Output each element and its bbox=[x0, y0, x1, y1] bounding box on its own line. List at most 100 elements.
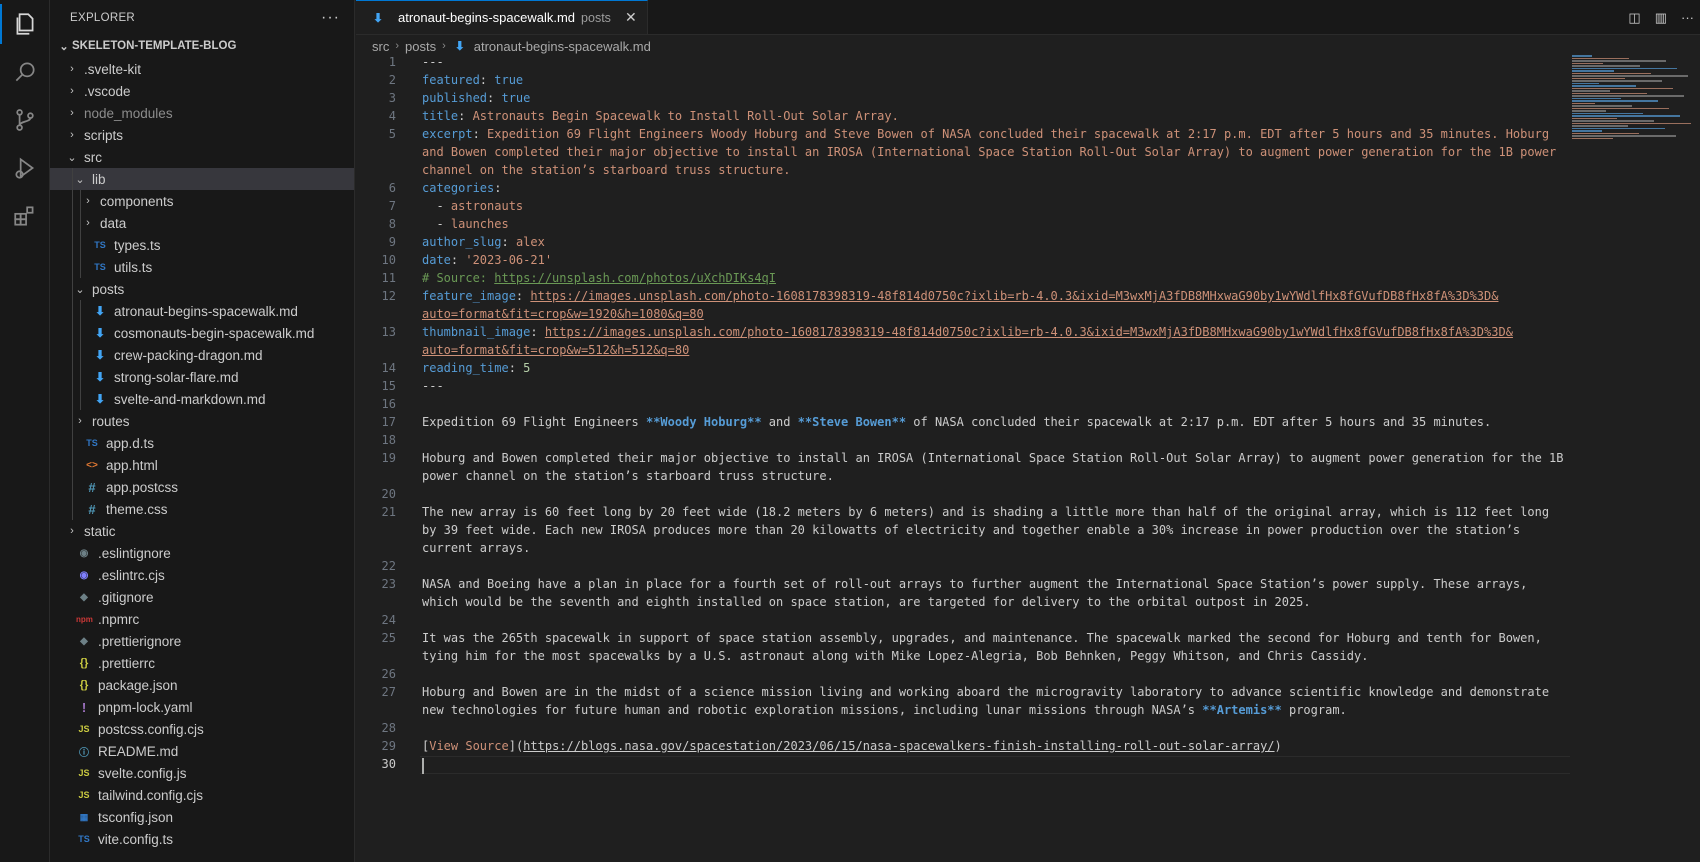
minimap-line bbox=[1572, 107, 1669, 109]
more-actions-icon[interactable]: ··· bbox=[321, 9, 340, 27]
explorer-sidebar: EXPLORER ··· ⌄ SKELETON-TEMPLATE-BLOG ›.… bbox=[50, 0, 355, 862]
tree-item[interactable]: TS types.ts bbox=[50, 234, 354, 256]
split-editor-icon[interactable]: ▥ bbox=[1655, 10, 1667, 26]
code-line: auto=format&fit=crop&w=512&h=512&q=80 bbox=[422, 343, 689, 357]
code-line: [View Source](https://blogs.nasa.gov/spa… bbox=[422, 739, 1282, 753]
close-icon[interactable]: ✕ bbox=[625, 9, 637, 26]
minimap-line bbox=[1572, 60, 1666, 62]
markdown-icon: ⬇ bbox=[94, 370, 106, 384]
tree-item[interactable]: ⬇ cosmonauts-begin-spacewalk.md bbox=[50, 322, 354, 344]
source-control-icon[interactable] bbox=[0, 96, 50, 144]
more-actions-icon[interactable]: ··· bbox=[1681, 10, 1694, 25]
code-line: which would be the seventh and eighth in… bbox=[422, 595, 1311, 609]
markdown-icon: ⬇ bbox=[94, 392, 106, 406]
tree-item[interactable]: ⌄ posts bbox=[50, 278, 354, 300]
minimap-line bbox=[1572, 85, 1636, 87]
code-token: : bbox=[501, 235, 516, 249]
code-token: : bbox=[458, 109, 473, 123]
breadcrumb-item[interactable]: posts bbox=[405, 39, 436, 54]
workspace-root[interactable]: ⌄ SKELETON-TEMPLATE-BLOG bbox=[50, 35, 354, 57]
chevron-right-icon: › bbox=[86, 217, 90, 229]
tree-item-label: data bbox=[100, 215, 127, 231]
tree-item[interactable]: ◉ .eslintignore bbox=[50, 542, 354, 564]
tree-item[interactable]: ▦ tsconfig.json bbox=[50, 806, 354, 828]
tree-item[interactable]: TS vite.config.ts bbox=[50, 828, 354, 850]
tree-item[interactable]: ⬇ atronaut-begins-spacewalk.md bbox=[50, 300, 354, 322]
tree-item-label: postcss.config.cjs bbox=[98, 721, 204, 737]
open-preview-icon[interactable]: ◫ bbox=[1628, 10, 1640, 26]
minimap-line bbox=[1572, 115, 1680, 117]
indent-guide bbox=[72, 344, 73, 366]
tree-item[interactable]: › data bbox=[50, 212, 354, 234]
tree-item[interactable]: ! pnpm-lock.yaml bbox=[50, 696, 354, 718]
yaml-icon: ! bbox=[81, 699, 87, 715]
code-line: - astronauts bbox=[422, 199, 523, 213]
tree-item[interactable]: › scripts bbox=[50, 124, 354, 146]
minimap-line bbox=[1572, 117, 1617, 119]
minimap-line bbox=[1572, 95, 1684, 97]
tree-item-label: .eslintrc.cjs bbox=[98, 567, 165, 583]
tree-item[interactable]: {} .prettierrc bbox=[50, 652, 354, 674]
tree-item[interactable]: {} package.json bbox=[50, 674, 354, 696]
tree-item[interactable]: › node_modules bbox=[50, 102, 354, 124]
tree-item[interactable]: # app.postcss bbox=[50, 476, 354, 498]
markdown-icon: ⬇ bbox=[454, 39, 465, 53]
chevron-down-icon: ⌄ bbox=[67, 151, 77, 164]
tree-item[interactable]: ⬇ svelte-and-markdown.md bbox=[50, 388, 354, 410]
tree-item[interactable]: ◉ .eslintrc.cjs bbox=[50, 564, 354, 586]
indent-guide bbox=[72, 212, 73, 234]
tree-item-label: svelte.config.js bbox=[98, 765, 187, 781]
line-number: 29 bbox=[381, 739, 396, 753]
tree-item-label: atronaut-begins-spacewalk.md bbox=[114, 303, 298, 319]
tree-item[interactable]: TS app.d.ts bbox=[50, 432, 354, 454]
code-token: thumbnail_image bbox=[422, 325, 531, 339]
tree-item-label: pnpm-lock.yaml bbox=[98, 699, 193, 715]
minimap-line bbox=[1572, 130, 1602, 132]
tree-item[interactable]: ⓘ README.md bbox=[50, 740, 354, 762]
tree-item[interactable]: npm .npmrc bbox=[50, 608, 354, 630]
tree-item[interactable]: › routes bbox=[50, 410, 354, 432]
indent-guide bbox=[80, 256, 81, 278]
code-token: **Woody Hoburg** bbox=[645, 415, 762, 429]
indent-guide bbox=[80, 322, 81, 344]
tree-item[interactable]: › .vscode bbox=[50, 80, 354, 102]
indent-guide bbox=[72, 432, 73, 454]
tree-item[interactable]: # theme.css bbox=[50, 498, 354, 520]
tree-item[interactable]: ◆ .prettierignore bbox=[50, 630, 354, 652]
tree-item[interactable]: TS utils.ts bbox=[50, 256, 354, 278]
breadcrumb-item[interactable]: src bbox=[372, 39, 389, 54]
tree-item[interactable]: JS svelte.config.js bbox=[50, 762, 354, 784]
tree-item[interactable]: ⬇ strong-solar-flare.md bbox=[50, 366, 354, 388]
eslint-ignore-icon: ◉ bbox=[79, 547, 89, 559]
code-line: tying him for the most spacewalks by a U… bbox=[422, 649, 1368, 663]
tree-item[interactable]: › .svelte-kit bbox=[50, 58, 354, 80]
search-icon[interactable] bbox=[0, 48, 50, 96]
tree-item[interactable]: ⌄ lib bbox=[50, 168, 354, 190]
indent-guide bbox=[72, 388, 73, 410]
tree-item[interactable]: › static bbox=[50, 520, 354, 542]
minimap-line bbox=[1572, 100, 1658, 102]
breadcrumb-item[interactable]: atronaut-begins-spacewalk.md bbox=[474, 39, 651, 54]
minimap-line bbox=[1572, 77, 1625, 79]
tree-item[interactable]: ◆ .gitignore bbox=[50, 586, 354, 608]
tree-item[interactable]: ⬇ crew-packing-dragon.md bbox=[50, 344, 354, 366]
tree-item[interactable]: › components bbox=[50, 190, 354, 212]
run-debug-icon[interactable] bbox=[0, 144, 50, 192]
explorer-icon[interactable] bbox=[0, 0, 50, 48]
chevron-down-icon: ⌄ bbox=[75, 173, 85, 186]
tree-item-label: routes bbox=[92, 413, 130, 429]
tree-item[interactable]: JS postcss.config.cjs bbox=[50, 718, 354, 740]
tree-item[interactable]: <> app.html bbox=[50, 454, 354, 476]
config-file-icon: ◆ bbox=[80, 591, 88, 603]
code-token: It was the 265th spacewalk in support of… bbox=[422, 631, 1542, 645]
minimap[interactable] bbox=[1572, 55, 1692, 145]
tree-item[interactable]: ⌄ src bbox=[50, 146, 354, 168]
code-token: featured bbox=[422, 73, 480, 87]
tree-item[interactable]: JS tailwind.config.cjs bbox=[50, 784, 354, 806]
code-token: by 39 feet wide. Each new IROSA produces… bbox=[422, 523, 1521, 537]
tab-active-file[interactable]: ⬇ atronaut-begins-spacewalk.md posts ✕ bbox=[356, 0, 648, 34]
minimap-line bbox=[1572, 82, 1599, 84]
indent-guide bbox=[80, 344, 81, 366]
extensions-icon[interactable] bbox=[0, 192, 50, 240]
ts-file-icon: TS bbox=[86, 438, 98, 448]
